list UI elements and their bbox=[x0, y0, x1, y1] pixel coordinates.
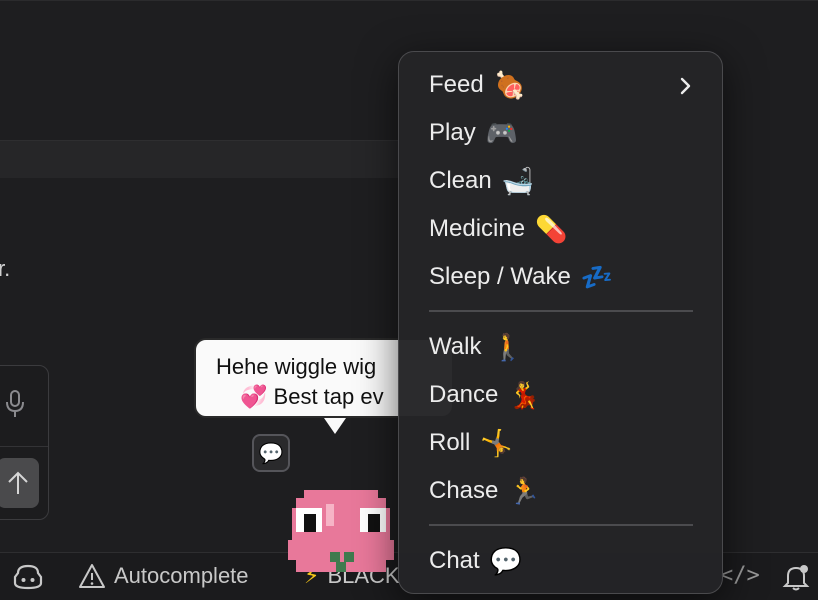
pixel-pet[interactable] bbox=[288, 490, 394, 572]
running-person-icon: 🏃 bbox=[508, 475, 541, 506]
text-fragment: r. bbox=[0, 256, 11, 281]
code-icon[interactable]: </> bbox=[720, 563, 760, 588]
cartwheel-icon: 🤸 bbox=[480, 427, 513, 458]
chat-chip-button[interactable]: 💬 bbox=[252, 434, 290, 472]
menu-item-label: Dance bbox=[429, 381, 499, 408]
microphone-icon[interactable] bbox=[3, 388, 27, 420]
menu-item-label: Play bbox=[429, 119, 476, 146]
menu-item-dance[interactable]: Dance 💃 bbox=[429, 377, 541, 413]
top-divider bbox=[0, 0, 818, 1]
meat-icon: 🍖 bbox=[493, 69, 527, 100]
menu-item-clean[interactable]: Clean 🛁 bbox=[429, 163, 534, 199]
warning-icon bbox=[79, 564, 105, 588]
zzz-icon: 💤 bbox=[580, 261, 614, 292]
menu-item-label: Walk bbox=[429, 333, 482, 360]
chevron-right-icon bbox=[680, 77, 691, 95]
pet-context-menu: Feed 🍖 Play 🎮 Clean 🛁 Medicine 💊 Sleep /… bbox=[398, 51, 723, 594]
menu-item-label: Sleep / Wake bbox=[429, 263, 571, 290]
autocomplete-status[interactable]: Autocomplete bbox=[78, 563, 249, 589]
copilot-icon[interactable] bbox=[12, 563, 44, 591]
menu-separator bbox=[429, 524, 693, 526]
menu-item-label: Chat bbox=[429, 547, 480, 574]
menu-item-chat[interactable]: Chat 💬 bbox=[429, 543, 522, 579]
menu-item-label: Medicine bbox=[429, 215, 526, 242]
game-controller-icon: 🎮 bbox=[485, 117, 519, 148]
menu-item-medicine[interactable]: Medicine 💊 bbox=[429, 211, 567, 247]
speech-bubble-icon: 💬 bbox=[258, 442, 284, 465]
menu-item-label: Feed bbox=[429, 71, 484, 98]
input-separator bbox=[0, 446, 48, 447]
menu-item-label: Roll bbox=[429, 429, 471, 456]
walking-person-icon: 🚶 bbox=[491, 331, 524, 362]
send-button[interactable] bbox=[0, 458, 39, 508]
menu-item-sleep-wake[interactable]: Sleep / Wake 💤 bbox=[429, 259, 613, 295]
menu-item-walk[interactable]: Walk 🚶 bbox=[429, 329, 524, 365]
menu-item-label: Clean bbox=[429, 167, 492, 194]
notification-bell-icon[interactable] bbox=[782, 563, 810, 591]
arrow-up-icon bbox=[8, 471, 28, 494]
sparkling-hearts-icon: 💞 bbox=[240, 384, 268, 409]
menu-separator bbox=[429, 310, 693, 312]
bathtub-icon: 🛁 bbox=[501, 165, 535, 196]
bubble-tail bbox=[324, 418, 346, 434]
speech-bubble-icon: 💬 bbox=[489, 545, 523, 576]
bubble-line-2-text: Best tap ev bbox=[273, 384, 384, 409]
menu-item-feed[interactable]: Feed 🍖 bbox=[429, 67, 526, 103]
chat-input-box bbox=[0, 365, 49, 520]
menu-item-label: Chase bbox=[429, 477, 499, 504]
editor-bar-strip bbox=[0, 140, 400, 178]
pill-icon: 💊 bbox=[535, 213, 568, 244]
menu-item-chase[interactable]: Chase 🏃 bbox=[429, 473, 541, 509]
menu-item-roll[interactable]: Roll 🤸 bbox=[429, 425, 513, 461]
autocomplete-label: Autocomplete bbox=[114, 563, 249, 588]
menu-item-play[interactable]: Play 🎮 bbox=[429, 115, 518, 151]
dancer-icon: 💃 bbox=[508, 379, 541, 410]
